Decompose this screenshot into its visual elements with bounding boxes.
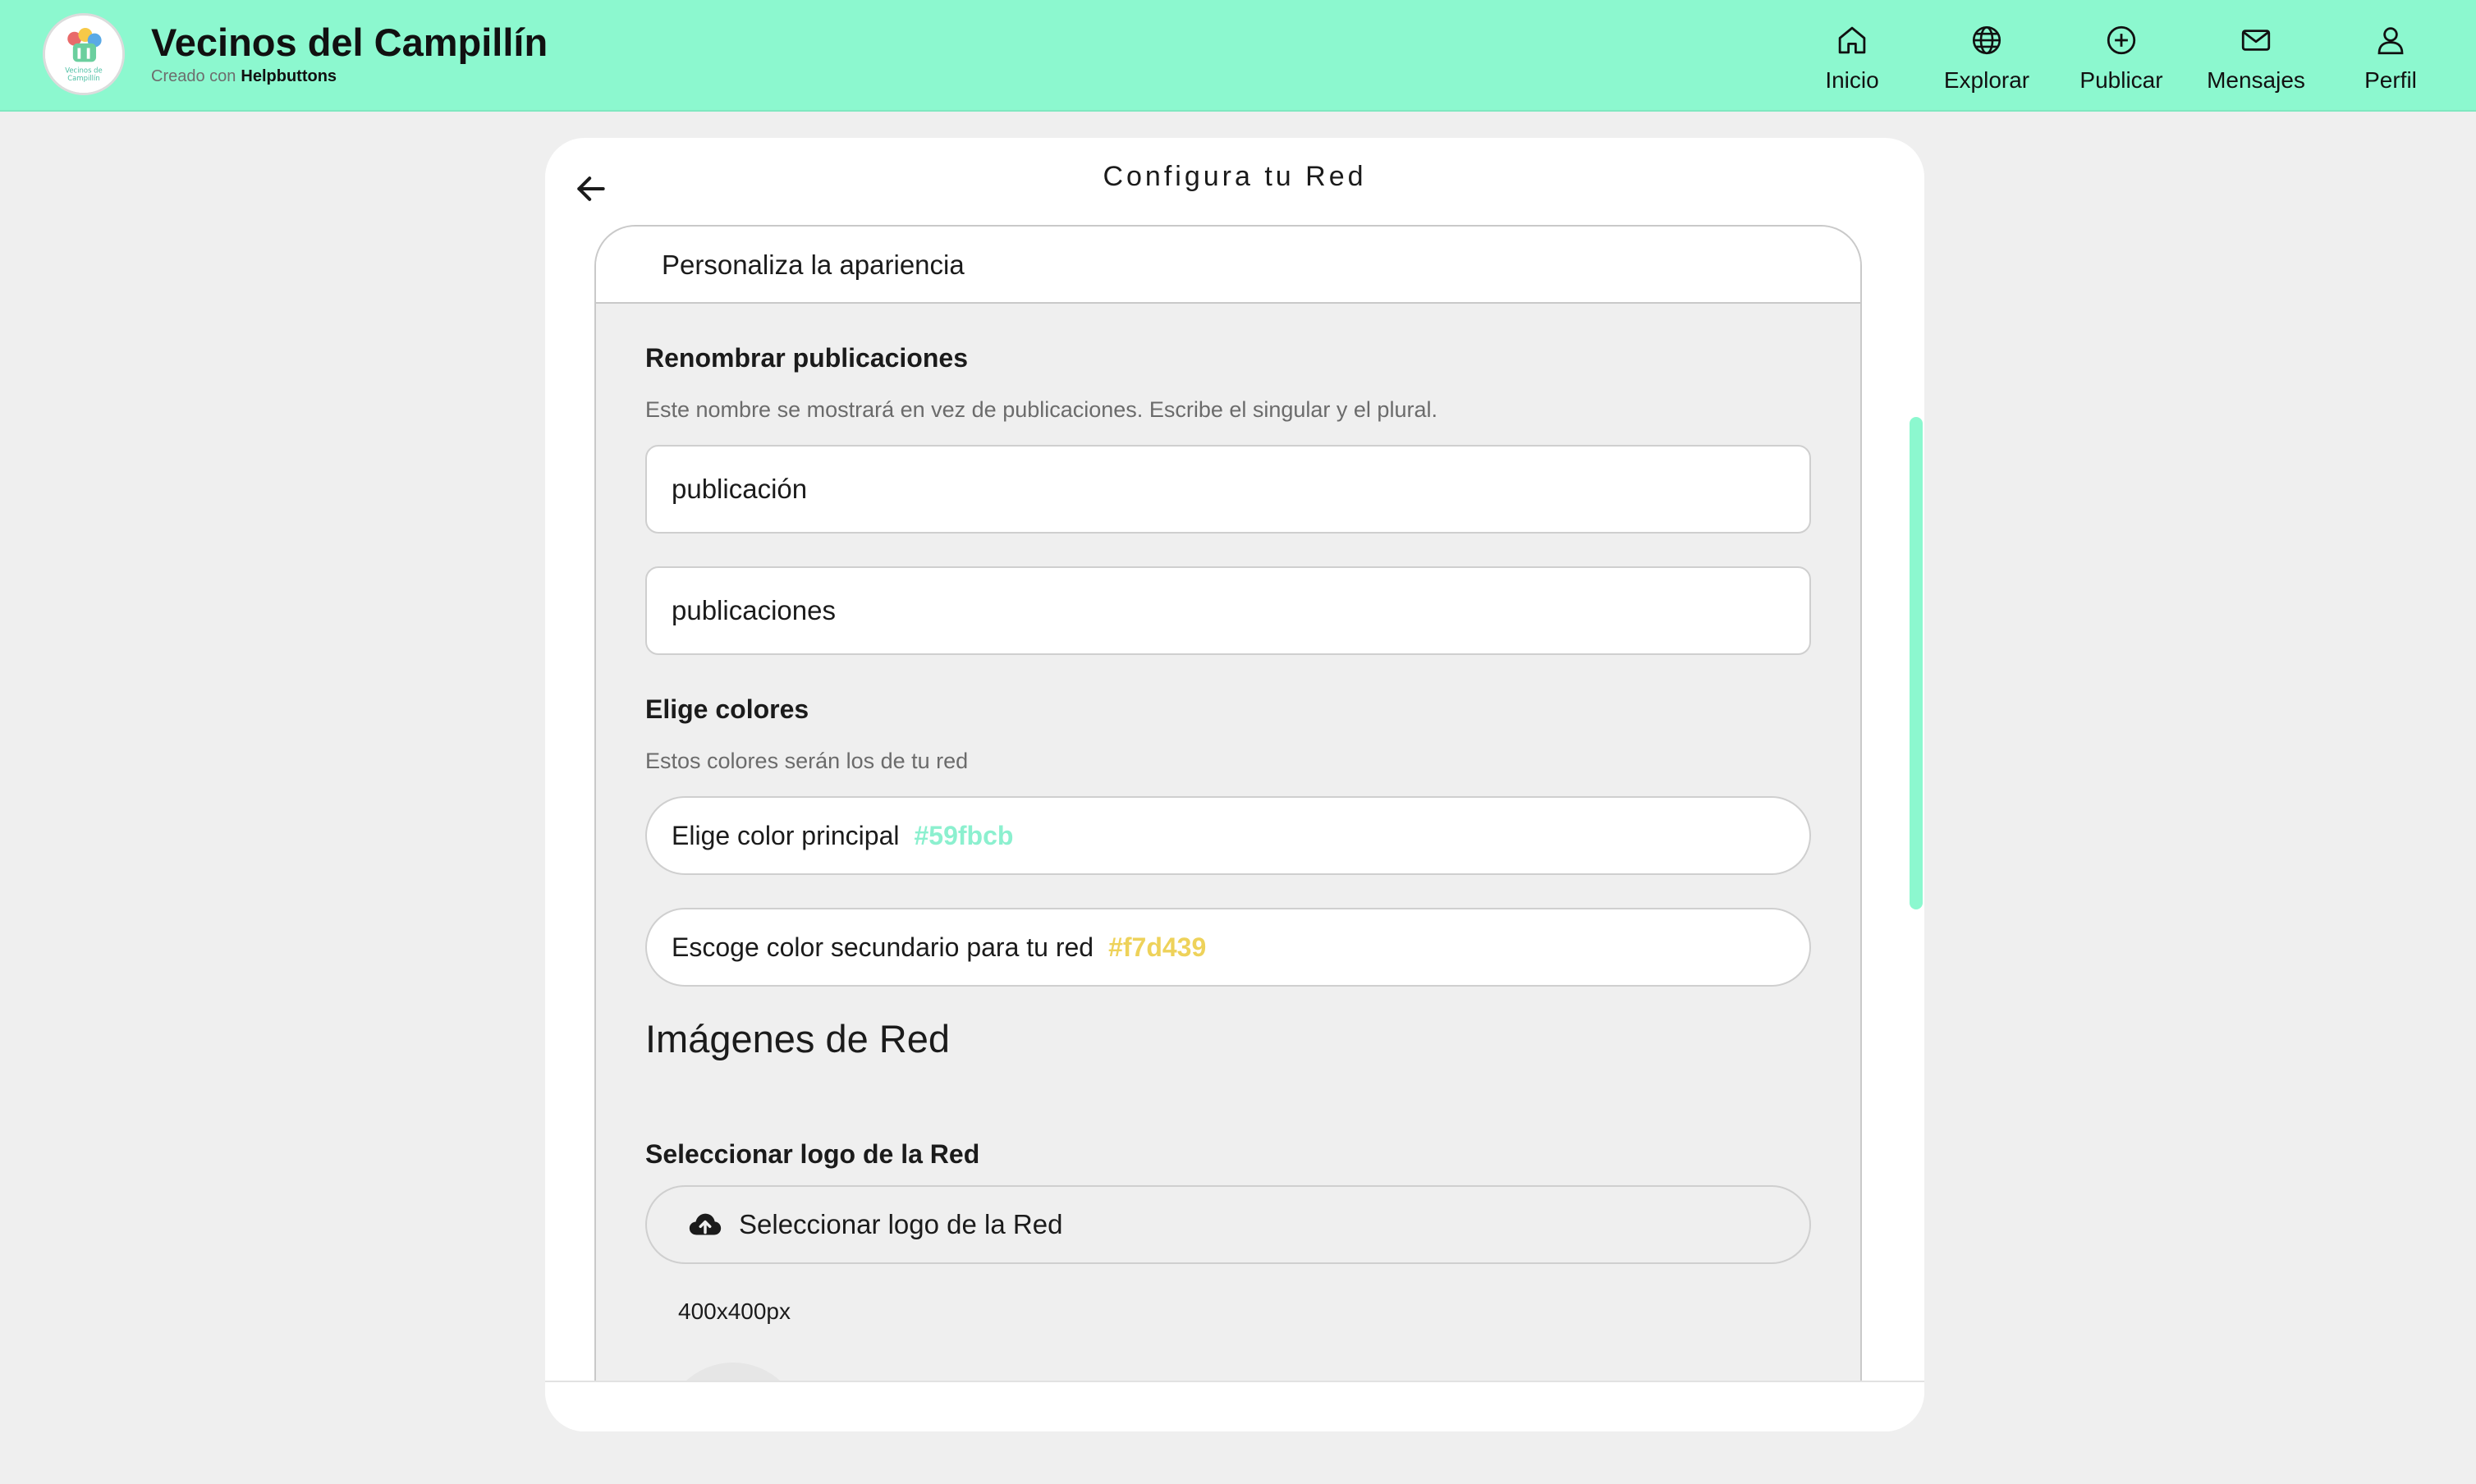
select-logo-button[interactable]: Seleccionar logo de la Red xyxy=(645,1185,1811,1264)
top-navbar: Vecinos de Campillín Vecinos del Campill… xyxy=(0,0,2476,112)
app-title[interactable]: Vecinos del Campillín xyxy=(151,20,548,65)
nav-label-inicio: Inicio xyxy=(1825,67,1879,93)
section-title: Personaliza la apariencia xyxy=(662,250,965,280)
primary-color-value: #59fbcb xyxy=(914,820,1014,850)
nav-explorar[interactable]: Explorar xyxy=(1919,0,2054,112)
nav-label-explorar: Explorar xyxy=(1943,67,2030,93)
logo-label: Seleccionar logo de la Red xyxy=(645,1139,980,1169)
created-with-text: Creado con Helpbuttons xyxy=(151,67,337,86)
svg-text:Campillín: Campillín xyxy=(67,74,99,82)
appearance-section: Personaliza la apariencia Renombrar publ… xyxy=(594,225,1862,1381)
select-logo-button-label: Seleccionar logo de la Red xyxy=(739,1209,1063,1239)
nav-mensajes[interactable]: Mensajes xyxy=(2189,0,2323,112)
nav-label-mensajes: Mensajes xyxy=(2207,67,2305,93)
primary-color-label: Elige color principal xyxy=(672,820,900,850)
rename-help: Este nombre se mostrará en vez de public… xyxy=(645,397,1437,422)
colors-label: Elige colores xyxy=(645,694,809,724)
nav-inicio[interactable]: Inicio xyxy=(1785,0,1919,112)
globe-icon xyxy=(1972,25,2001,55)
nav-label-perfil: Perfil xyxy=(2364,67,2417,93)
card-footer xyxy=(545,1381,1924,1431)
created-with-label: Creado con xyxy=(151,67,236,85)
colors-help: Estos colores serán los de tu red xyxy=(645,749,969,773)
home-icon xyxy=(1838,26,1866,54)
network-logo-image: Vecinos de Campillín xyxy=(45,16,122,93)
envelope-icon xyxy=(2241,30,2271,51)
helpbuttons-link[interactable]: Helpbuttons xyxy=(241,67,337,85)
cloud-upload-icon xyxy=(689,1213,722,1235)
nav-publicar[interactable]: Publicar xyxy=(2054,0,2189,112)
logo-preview xyxy=(663,1363,803,1381)
singular-name-input[interactable]: publicación xyxy=(645,445,1811,534)
nav-perfil[interactable]: Perfil xyxy=(2323,0,2458,112)
section-header[interactable]: Personaliza la apariencia xyxy=(596,227,1860,304)
primary-color-picker[interactable]: Elige color principal #59fbcb xyxy=(645,796,1811,875)
plus-circle-icon xyxy=(2107,25,2136,55)
config-card: Configura tu Red Personaliza la aparienc… xyxy=(545,138,1924,1431)
singular-name-value: publicación xyxy=(672,474,808,504)
network-logo[interactable]: Vecinos de Campillín xyxy=(43,13,125,95)
rename-label: Renombrar publicaciones xyxy=(645,343,968,373)
secondary-color-picker[interactable]: Escoge color secundario para tu red #f7d… xyxy=(645,908,1811,987)
images-title: Imágenes de Red xyxy=(645,1017,951,1060)
page-title: Configura tu Red xyxy=(1103,161,1367,192)
main-nav: Inicio Explorar Publicar Mensajes Perfil xyxy=(1785,0,2476,112)
plural-name-input[interactable]: publicaciones xyxy=(645,566,1811,655)
logo-size-note: 400x400px xyxy=(678,1298,791,1324)
nav-label-publicar: Publicar xyxy=(2079,67,2163,93)
scrollbar-thumb[interactable] xyxy=(1910,417,1923,909)
plural-name-value: publicaciones xyxy=(672,595,836,625)
user-icon xyxy=(2377,27,2404,55)
secondary-color-value: #f7d439 xyxy=(1108,932,1207,962)
secondary-color-label: Escoge color secundario para tu red xyxy=(672,932,1094,962)
